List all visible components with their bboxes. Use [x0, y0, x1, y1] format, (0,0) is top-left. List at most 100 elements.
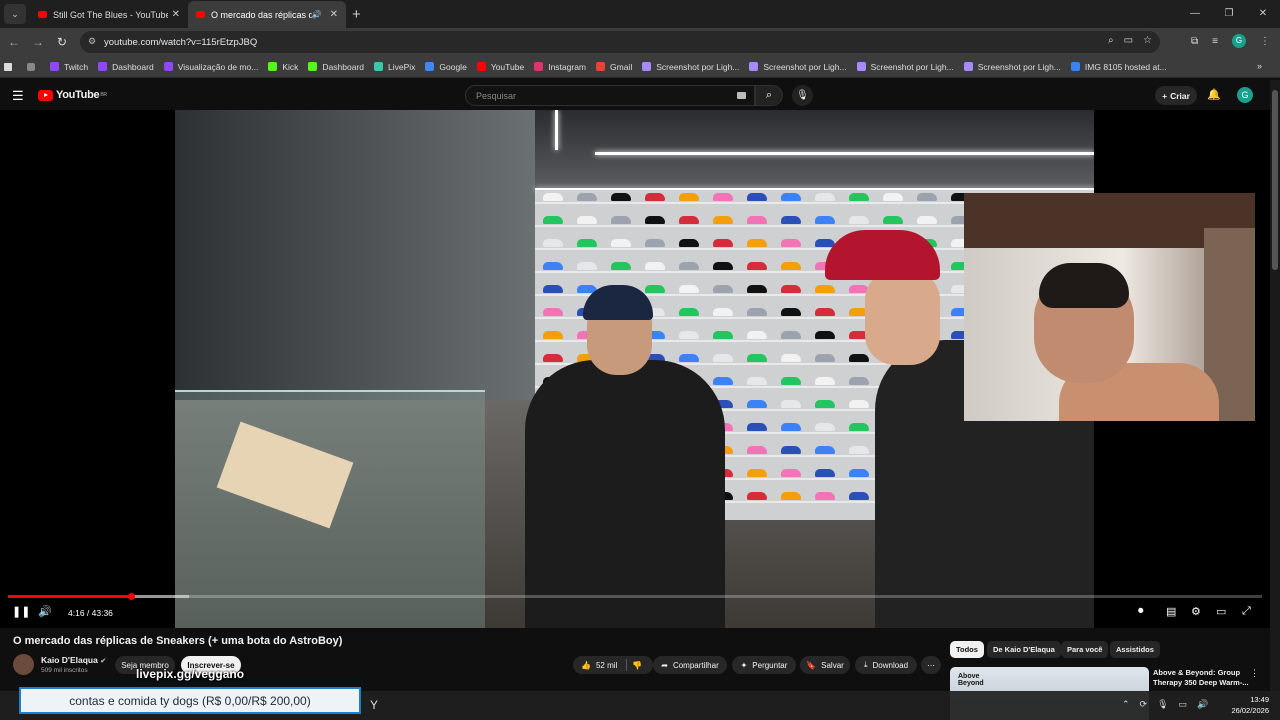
- media-control-icon[interactable]: ≡: [1212, 36, 1218, 47]
- share-icon: ➦: [661, 660, 668, 670]
- clock-time: 13:49: [1250, 695, 1269, 704]
- taskbar-app-icon[interactable]: Y: [370, 698, 378, 712]
- new-tab-button[interactable]: +: [352, 6, 361, 23]
- close-tab-icon[interactable]: ✕: [172, 9, 180, 20]
- chip-from-channel[interactable]: De Kaio D'Elaqua: [987, 641, 1061, 658]
- youtube-logo[interactable]: YouTube BR: [38, 89, 107, 101]
- sync-icon[interactable]: ⟳: [1140, 699, 1148, 710]
- bookmark-item[interactable]: Kick: [268, 62, 298, 72]
- bookmark-item[interactable]: Screenshot por Ligh...: [856, 62, 954, 72]
- minimize-icon[interactable]: —: [1178, 0, 1212, 28]
- progress-track[interactable]: [8, 595, 1262, 598]
- tray-chevron-icon[interactable]: ⌃: [1122, 699, 1130, 710]
- bookmark-favicon-icon: [373, 62, 383, 71]
- save-button[interactable]: 🔖 Salvar: [800, 656, 850, 674]
- bookmark-label: Screenshot por Ligh...: [763, 61, 847, 72]
- keyboard-icon[interactable]: [737, 92, 746, 99]
- bookmark-item[interactable]: IMG 8105 hosted at...: [1070, 61, 1167, 72]
- close-tab-icon[interactable]: ✕: [330, 9, 338, 20]
- menu-icon[interactable]: ⋮: [1260, 36, 1270, 47]
- scrollbar-thumb[interactable]: [1272, 90, 1278, 270]
- channel-name-text: Kaio D'Elaqua: [41, 655, 98, 665]
- chip-for-you[interactable]: Para você: [1061, 641, 1109, 658]
- create-button[interactable]: + Criar: [1155, 86, 1197, 105]
- extensions-icon[interactable]: ⧉: [1191, 36, 1198, 47]
- bookmark-item[interactable]: Screenshot por Ligh...: [642, 62, 739, 72]
- reload-icon[interactable]: ↻: [50, 35, 74, 49]
- hamburger-menu-icon[interactable]: ☰: [12, 88, 24, 104]
- profile-avatar[interactable]: G: [1232, 34, 1246, 48]
- bookmark-item[interactable]: LivePix: [373, 61, 416, 72]
- mic-tray-icon[interactable]: 🎙: [1157, 699, 1168, 710]
- settings-gear-icon[interactable]: ⚙: [1191, 605, 1201, 618]
- bookmark-item[interactable]: Dashboard: [98, 62, 154, 72]
- bookmark-item[interactable]: Gmail: [596, 62, 632, 72]
- chip-watched[interactable]: Assistidos: [1110, 641, 1160, 658]
- close-window-icon[interactable]: ✕: [1246, 0, 1280, 28]
- video-player[interactable]: [0, 110, 1270, 628]
- back-icon[interactable]: ←: [2, 35, 26, 49]
- notifications-bell-icon[interactable]: 🔔: [1207, 88, 1221, 101]
- search-button[interactable]: ⌕: [755, 85, 783, 106]
- bookmark-item[interactable]: Instagram: [534, 62, 586, 72]
- bookmark-label: Google: [439, 61, 467, 72]
- channel-name[interactable]: Kaio D'Elaqua ✔: [41, 655, 106, 665]
- pause-icon[interactable]: ❚❚: [12, 605, 30, 618]
- video-frame: [175, 110, 1094, 628]
- channel-avatar[interactable]: [13, 654, 34, 675]
- system-tray: ⌃ ⟳ 🎙 ▭ 🔊: [1122, 699, 1208, 710]
- tab-still-got-the-blues[interactable]: Still Got The Blues - YouTube ✕: [30, 1, 188, 28]
- bookmark-item[interactable]: YouTube: [476, 62, 524, 72]
- search-input[interactable]: Pesquisar: [465, 85, 755, 106]
- forward-icon[interactable]: →: [26, 35, 50, 49]
- subtitles-icon[interactable]: ▤: [1166, 605, 1176, 618]
- share-label: Compartilhar: [672, 660, 719, 670]
- recommendation-title[interactable]: Above & Beyond: Group Therapy 350 Deep W…: [1153, 668, 1253, 688]
- bookmark-label: Dashboard: [112, 61, 154, 72]
- bookmark-label: LivePix: [387, 61, 416, 72]
- sneaker-cabinet-image: [175, 110, 535, 400]
- tab-o-mercado[interactable]: O mercado das réplicas de 🔊 ✕: [188, 1, 346, 28]
- more-actions-button[interactable]: ⋯: [921, 656, 941, 674]
- fullscreen-icon[interactable]: ⤢: [1242, 605, 1251, 618]
- bookmark-favicon-icon: [425, 62, 435, 71]
- bookmark-favicon-icon: [268, 62, 278, 71]
- bookmark-label: IMG 8105 hosted at...: [1084, 61, 1167, 72]
- volume-icon[interactable]: 🔊: [38, 605, 52, 618]
- site-info-icon[interactable]: ⚙: [88, 36, 96, 47]
- youtube-favicon-icon: [196, 11, 205, 18]
- scrubber-handle[interactable]: [127, 593, 135, 600]
- audio-playing-icon[interactable]: 🔊: [312, 10, 322, 19]
- apps-grid-icon[interactable]: [27, 62, 40, 71]
- thumbs-down-icon[interactable]: 👎: [632, 661, 642, 670]
- bookmark-item[interactable]: Google: [425, 61, 467, 72]
- bookmark-item[interactable]: Screenshot por Ligh...: [963, 62, 1061, 72]
- display-icon[interactable]: ▭: [1179, 699, 1188, 710]
- theater-mode-icon[interactable]: ▭: [1216, 605, 1226, 618]
- bookmark-star-icon[interactable]: ☆: [1143, 35, 1152, 46]
- ask-button[interactable]: ✦ Perguntar: [732, 656, 796, 674]
- bookmark-item[interactable]: Dashboard: [308, 62, 364, 72]
- tab-search-button[interactable]: ⌄: [4, 4, 26, 24]
- speaker-icon[interactable]: 🔊: [1197, 699, 1208, 710]
- bookmark-item[interactable]: Screenshot por Ligh...: [749, 61, 847, 72]
- recommendation-menu-icon[interactable]: ⋮: [1250, 668, 1259, 679]
- zoom-icon[interactable]: ⌕: [1108, 35, 1114, 46]
- autoplay-toggle[interactable]: ⏺: [1138, 605, 1144, 618]
- share-button[interactable]: ➦ Compartilhar: [653, 656, 727, 674]
- page-scrollbar[interactable]: [1270, 80, 1280, 691]
- clock-date: 26/02/2026: [1231, 706, 1269, 715]
- account-avatar[interactable]: G: [1237, 87, 1253, 103]
- taskbar-clock[interactable]: 13:49 26/02/2026: [1221, 694, 1269, 716]
- chip-all[interactable]: Todos: [950, 641, 984, 658]
- download-button[interactable]: ⤓ Download: [855, 656, 917, 674]
- bookmark-item[interactable]: Visualização de mo...: [163, 62, 258, 72]
- bookmark-folder-icon[interactable]: [4, 62, 17, 71]
- restore-icon[interactable]: ❐: [1212, 0, 1246, 28]
- url-input[interactable]: ⚙ youtube.com/watch?v=115rEtzpJBQ ⌕ ▭ ☆: [80, 31, 1160, 53]
- like-button[interactable]: 👍 52 mil 👎: [573, 656, 653, 674]
- bookmark-item[interactable]: Twitch: [50, 62, 88, 72]
- voice-search-button[interactable]: 🎙: [792, 85, 813, 106]
- cast-icon[interactable]: ▭: [1124, 35, 1133, 46]
- more-bookmarks-icon[interactable]: »: [1257, 61, 1262, 71]
